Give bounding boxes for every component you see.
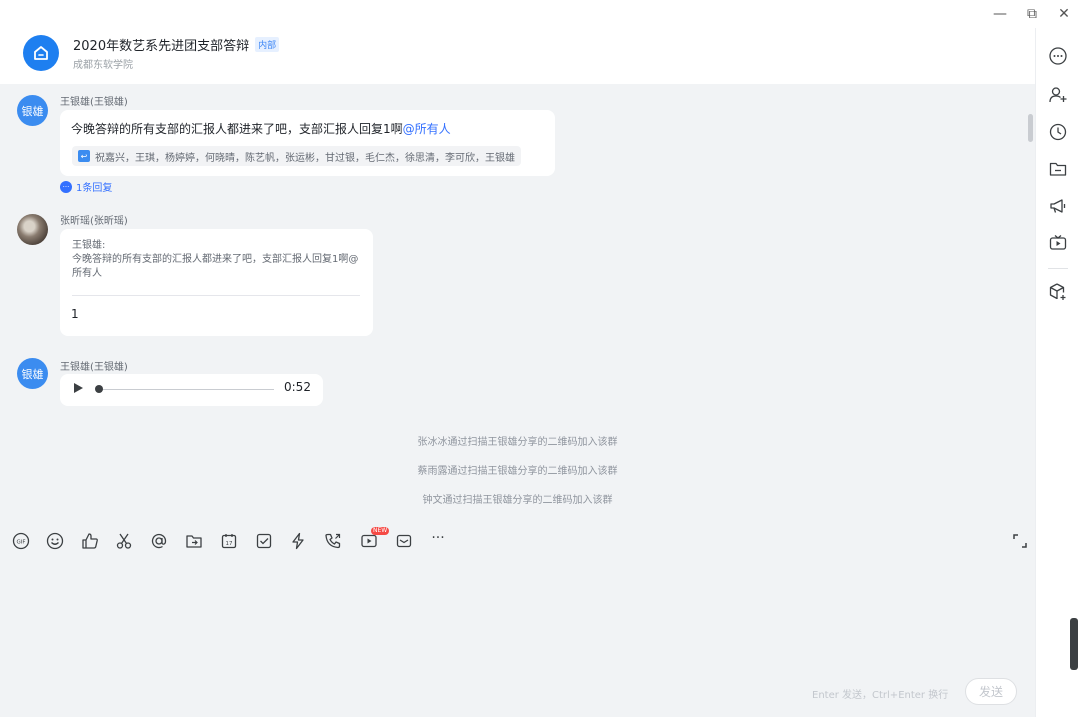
chat-header: 2020年数艺系先进团支部答辩 内部 成都东软学院 <box>0 28 1035 84</box>
group-name: 2020年数艺系先进团支部答辩 <box>73 39 250 54</box>
expand-icon <box>1013 534 1027 548</box>
sender-avatar[interactable]: 银雄 <box>17 95 48 126</box>
sender-name: 张昕瑶(张昕瑶) <box>60 216 128 227</box>
mention-button[interactable] <box>149 532 169 550</box>
task-button[interactable] <box>254 532 274 550</box>
message-text: 今晚答辩的所有支部的汇报人都进来了吧，支部汇报人回复1啊@所有人 <box>71 120 451 137</box>
system-message: 张冰冰通过扫描王银雄分享的二维码加入该群 <box>417 437 618 448</box>
send-button[interactable]: 发送 <box>965 678 1017 705</box>
chat-more-button[interactable] <box>1048 46 1068 66</box>
svg-text:GIF: GIF <box>16 540 25 546</box>
new-badge: NEW <box>371 527 390 535</box>
sender-name: 王银雄(王银雄) <box>60 362 128 373</box>
calendar-button[interactable]: 17 <box>219 532 239 550</box>
sender-avatar-photo[interactable] <box>17 214 48 245</box>
voice-progress-knob[interactable] <box>95 385 103 393</box>
expand-input-button[interactable] <box>1010 532 1030 550</box>
folder-send-icon <box>186 535 202 548</box>
message-composer: Enter 发送，Ctrl+Enter 换行 发送 <box>0 558 1035 717</box>
reply-count: 1条回复 <box>76 183 113 194</box>
system-message: 蔡雨露通过扫描王银雄分享的二维码加入该群 <box>417 466 618 477</box>
message-input[interactable] <box>12 566 1022 676</box>
at-icon <box>151 533 167 549</box>
reply-thread-link[interactable]: ··· 1条回复 <box>60 179 112 194</box>
checkbox-icon <box>256 533 272 549</box>
add-user-icon <box>1049 87 1067 103</box>
quote-author: 王银雄: <box>72 240 106 251</box>
minimize-button[interactable]: — <box>984 1 1016 27</box>
voice-duration: 0:52 <box>284 380 311 394</box>
folder-icon <box>1049 162 1067 176</box>
live-replay-button[interactable] <box>1048 233 1068 253</box>
more-circle-icon <box>1049 47 1067 65</box>
read-users-list: 祝嘉兴，王琪，杨婷婷，何晓晴，陈艺帆，张运彬，甘过银，毛仁杰，徐思清，李可欣，王… <box>95 152 515 164</box>
internal-tag: 内部 <box>255 37 280 52</box>
apps-button[interactable] <box>1048 282 1068 302</box>
file-button[interactable] <box>184 532 204 550</box>
emoji-button[interactable] <box>45 532 65 550</box>
message-text: 1 <box>71 307 79 321</box>
input-toolbar: GIF 17 NEW ··· <box>0 524 1035 558</box>
emoji-icon <box>46 532 64 550</box>
read-users-icon: ↩ <box>78 150 90 162</box>
quote-text: 今晚答辩的所有支部的汇报人都进来了吧，支部汇报人回复1啊@所有人 <box>72 254 359 279</box>
lightning-icon <box>292 532 304 550</box>
mail-icon <box>396 534 412 548</box>
read-receipt[interactable]: ↩ 祝嘉兴，王琪，杨婷婷，何晓晴，陈艺帆，张运彬，甘过银，毛仁杰，徐思清，李可欣… <box>72 146 521 166</box>
voice-message[interactable]: 0:52 <box>60 374 323 406</box>
message-content: 今晚答辩的所有支部的汇报人都进来了吧，支部汇报人回复1啊 <box>71 122 403 136</box>
scrollbar-thumb[interactable] <box>1028 114 1033 142</box>
gif-button[interactable]: GIF <box>11 532 31 550</box>
history-button[interactable] <box>1048 122 1068 142</box>
mention-all[interactable]: @所有人 <box>403 122 451 136</box>
gif-icon: GIF <box>12 532 30 550</box>
group-avatar[interactable] <box>23 35 59 71</box>
right-sidebar <box>1035 28 1080 717</box>
edge-drag-handle[interactable] <box>1070 618 1078 670</box>
files-button[interactable] <box>1048 159 1068 179</box>
clock-icon <box>1049 123 1067 141</box>
quote-divider <box>72 295 360 296</box>
message-bubble[interactable]: 王银雄: 今晚答辩的所有支部的汇报人都进来了吧，支部汇报人回复1啊@所有人 1 <box>60 229 373 336</box>
group-home-icon <box>34 46 48 60</box>
group-title[interactable]: 2020年数艺系先进团支部答辩 内部 <box>73 35 280 54</box>
phone-icon <box>325 533 341 549</box>
restore-button[interactable]: ⧉ <box>1016 1 1048 27</box>
quoted-message[interactable]: 王银雄: 今晚答辩的所有支部的汇报人都进来了吧，支部汇报人回复1啊@所有人 <box>72 239 360 281</box>
sidebar-divider <box>1048 268 1068 269</box>
megaphone-icon <box>1050 199 1066 213</box>
play-icon[interactable] <box>74 383 83 393</box>
more-tools-button[interactable]: ··· <box>428 529 448 547</box>
call-button[interactable] <box>323 532 343 550</box>
announcement-button[interactable] <box>1048 196 1068 216</box>
system-message: 钟文通过扫描王银雄分享的二维码加入该群 <box>422 495 613 506</box>
thumbs-up-icon <box>82 533 98 549</box>
live-button[interactable]: NEW <box>359 527 390 550</box>
send-hint: Enter 发送，Ctrl+Enter 换行 <box>812 690 949 701</box>
voice-progress-track[interactable] <box>98 389 274 390</box>
group-organization: 成都东软学院 <box>73 60 133 71</box>
close-button[interactable]: ✕ <box>1048 1 1080 27</box>
mail-button[interactable] <box>394 532 414 550</box>
scissors-icon <box>116 533 132 549</box>
reply-icon: ··· <box>60 180 72 193</box>
calendar-icon: 17 <box>221 534 237 549</box>
sender-name: 王银雄(王银雄) <box>60 97 128 108</box>
sender-avatar[interactable]: 银雄 <box>17 358 48 389</box>
tv-play-icon <box>1049 235 1067 250</box>
like-button[interactable] <box>80 532 100 550</box>
cube-add-icon <box>1049 283 1066 300</box>
message-list[interactable]: 银雄 王银雄(王银雄) 今晚答辩的所有支部的汇报人都进来了吧，支部汇报人回复1啊… <box>0 84 1035 524</box>
add-member-button[interactable] <box>1048 85 1068 105</box>
svg-text:17: 17 <box>226 541 233 547</box>
screenshot-button[interactable] <box>114 532 134 550</box>
quick-action-button[interactable] <box>288 532 308 550</box>
message-bubble[interactable]: 今晚答辩的所有支部的汇报人都进来了吧，支部汇报人回复1啊@所有人 ↩ 祝嘉兴，王… <box>60 110 555 176</box>
window-controls: — ⧉ ✕ <box>984 0 1080 28</box>
